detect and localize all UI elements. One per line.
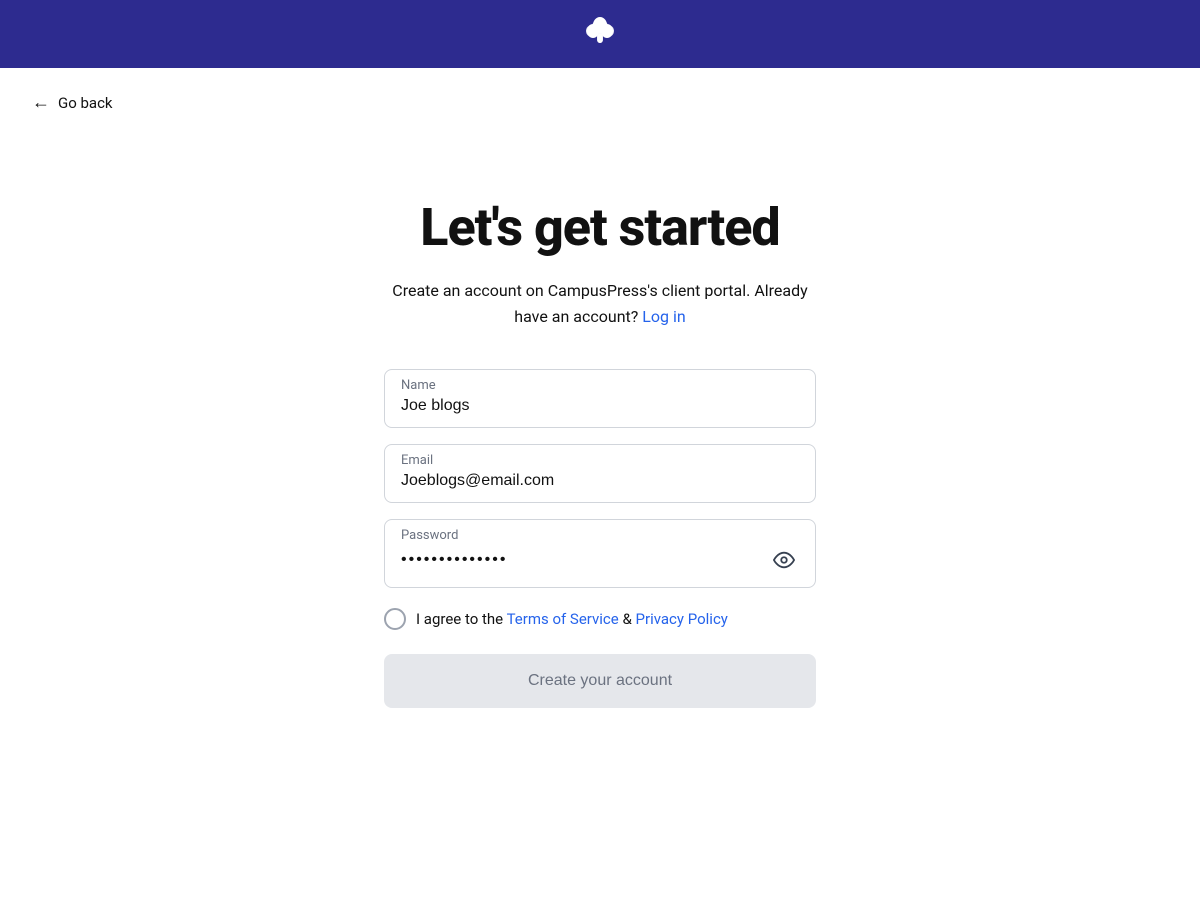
subtitle-text: Create an account on CampusPress's clien… — [392, 281, 807, 326]
ampersand: & — [622, 610, 631, 628]
email-input[interactable] — [401, 472, 799, 490]
agree-text: I agree to the — [416, 610, 503, 628]
go-back-link[interactable]: ← Go back — [32, 92, 113, 113]
password-input[interactable] — [401, 551, 769, 569]
page-subtitle: Create an account on CampusPress's clien… — [390, 278, 810, 329]
toggle-password-visibility-button[interactable] — [769, 545, 799, 575]
login-link[interactable]: Log in — [642, 307, 685, 326]
create-account-button[interactable]: Create your account — [384, 654, 816, 708]
email-field-wrapper: Email — [384, 444, 816, 503]
password-label: Password — [401, 528, 799, 543]
app-header — [0, 0, 1200, 68]
logo — [579, 11, 621, 57]
back-arrow-icon: ← — [32, 92, 50, 113]
main-content: Let's get started Create an account on C… — [0, 137, 1200, 788]
go-back-label: Go back — [58, 94, 113, 112]
registration-form: Name Email Password — [384, 369, 816, 708]
password-input-row — [401, 545, 799, 575]
name-input[interactable] — [401, 397, 799, 415]
go-back-nav: ← Go back — [0, 68, 1200, 137]
password-field-wrapper: Password — [384, 519, 816, 588]
name-label: Name — [401, 378, 799, 393]
agree-label: I agree to the Terms of Service & Privac… — [416, 610, 728, 628]
terms-agreement-row: I agree to the Terms of Service & Privac… — [384, 608, 816, 630]
email-label: Email — [401, 453, 799, 468]
name-field-wrapper: Name — [384, 369, 816, 428]
eye-icon — [773, 549, 795, 571]
terms-of-service-link[interactable]: Terms of Service — [507, 610, 619, 628]
page-title: Let's get started — [420, 197, 779, 258]
privacy-policy-link[interactable]: Privacy Policy — [636, 610, 728, 628]
agree-checkbox[interactable] — [384, 608, 406, 630]
